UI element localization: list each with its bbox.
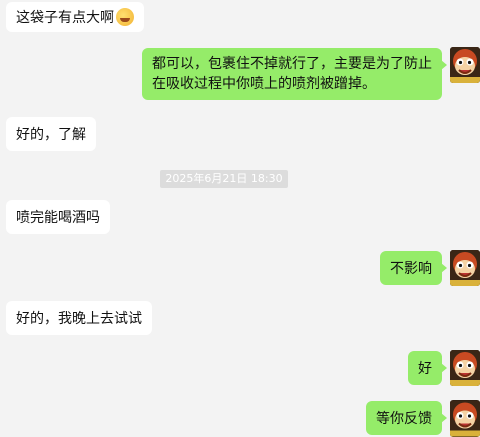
message-bubble-incoming[interactable]: 喷完能喝酒吗 xyxy=(6,200,110,234)
user-avatar[interactable] xyxy=(450,250,480,286)
timestamp-divider: 2025年6月21日 18:30 xyxy=(160,170,288,188)
monkey-avatar-icon xyxy=(450,250,480,286)
message-text: 不影响 xyxy=(390,261,432,277)
laughing-tears-emoji-icon xyxy=(116,8,134,26)
monkey-avatar-icon xyxy=(450,350,480,386)
message-text: 好的，我晚上去试试 xyxy=(16,311,142,327)
message-text: 等你反馈 xyxy=(376,411,432,427)
message-bubble-outgoing[interactable]: 等你反馈 xyxy=(366,401,447,435)
message-bubble-outgoing[interactable]: 都可以，包裹住不掉就行了，主要是为了防止在吸收过程中你喷上的喷剂被蹭掉。 xyxy=(142,48,447,100)
message-bubble-incoming[interactable]: 这袋子有点大啊 xyxy=(6,2,144,32)
monkey-avatar-icon xyxy=(450,47,480,83)
message-text: 都可以，包裹住不掉就行了，主要是为了防止在吸收过程中你喷上的喷剂被蹭掉。 xyxy=(152,56,432,92)
message-text: 这袋子有点大啊 xyxy=(16,10,114,26)
message-bubble-outgoing[interactable]: 好 xyxy=(408,351,447,385)
user-avatar[interactable] xyxy=(450,350,480,386)
message-bubble-incoming[interactable]: 好的，我晚上去试试 xyxy=(6,301,152,335)
message-bubble-outgoing[interactable]: 不影响 xyxy=(380,251,447,285)
message-text: 好 xyxy=(418,361,432,377)
message-text: 好的，了解 xyxy=(16,127,86,143)
monkey-avatar-icon xyxy=(450,400,480,437)
user-avatar[interactable] xyxy=(450,47,480,83)
message-bubble-incoming[interactable]: 好的，了解 xyxy=(6,117,96,151)
user-avatar[interactable] xyxy=(450,400,480,437)
message-text: 喷完能喝酒吗 xyxy=(16,210,100,226)
